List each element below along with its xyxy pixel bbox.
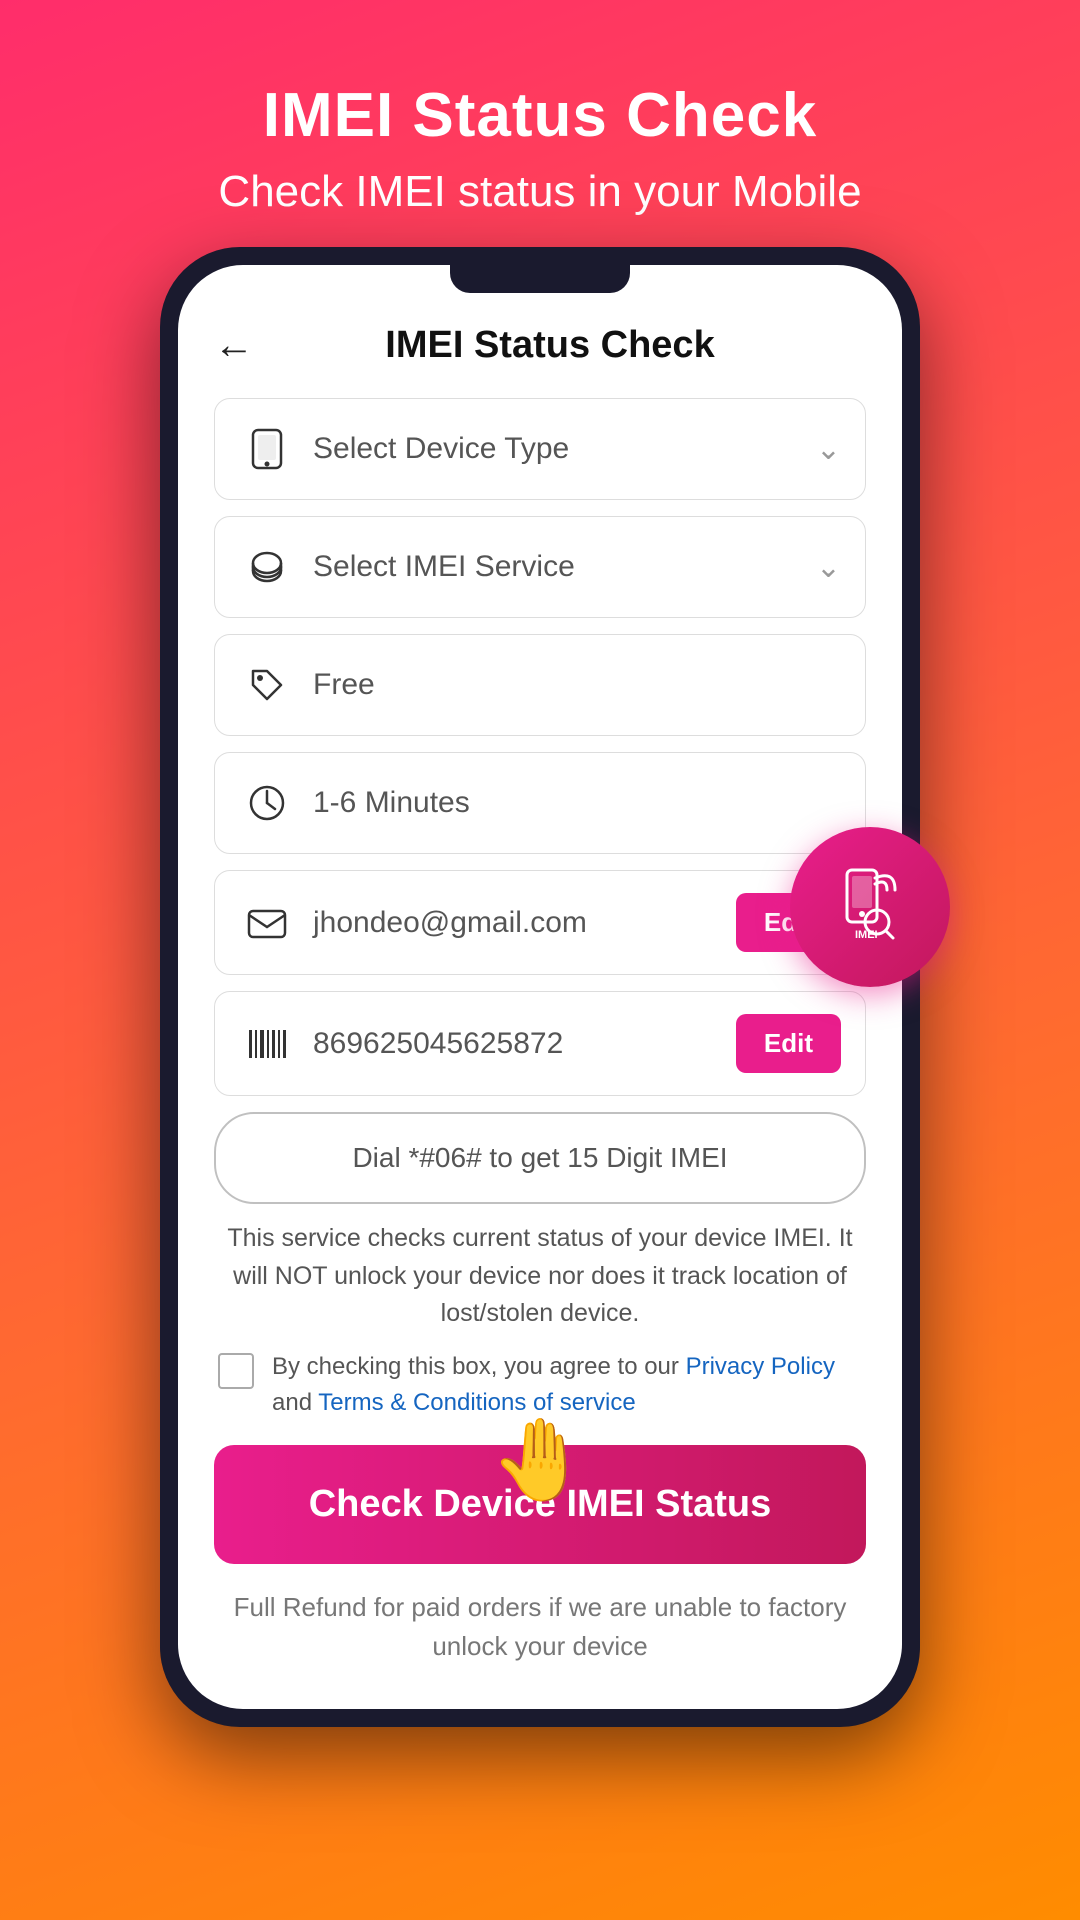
service-icon — [239, 539, 295, 595]
imei-row: 869625045625872 Edit — [214, 991, 866, 1096]
phone-notch — [450, 265, 630, 293]
imei-service-text: Select IMEI Service — [313, 550, 806, 584]
service-chevron-icon: ⌄ — [816, 550, 841, 585]
clock-icon — [239, 775, 295, 831]
tag-icon — [239, 657, 295, 713]
terms-checkbox[interactable] — [218, 1353, 254, 1389]
phone-frame: IMEI ← IMEI Status Check Select Dev — [160, 247, 920, 1727]
refund-text: Full Refund for paid orders if we are un… — [214, 1588, 866, 1686]
chevron-down-icon: ⌄ — [816, 432, 841, 467]
imei-edit-button[interactable]: Edit — [736, 1014, 841, 1073]
checkbox-and: and — [272, 1389, 318, 1416]
privacy-policy-link[interactable]: Privacy Policy — [686, 1353, 835, 1380]
back-button[interactable]: ← — [214, 323, 254, 368]
cursor-hand-icon: 🤚 — [490, 1413, 590, 1507]
device-type-row[interactable]: Select Device Type ⌄ — [214, 398, 866, 500]
email-row: jhondeo@gmail.com Edit — [214, 870, 866, 975]
phone-icon — [239, 421, 295, 477]
terms-label: By checking this box, you agree to our P… — [272, 1349, 862, 1421]
app-bar-title: IMEI Status Check — [274, 324, 826, 367]
imei-badge: IMEI — [790, 827, 950, 987]
dial-button-label: Dial *#06# to get 15 Digit IMEI — [352, 1142, 727, 1173]
price-row: Free — [214, 634, 866, 736]
mail-icon — [239, 895, 295, 951]
svg-text:IMEI: IMEI — [855, 929, 878, 941]
dial-button[interactable]: Dial *#06# to get 15 Digit IMEI — [214, 1112, 866, 1204]
barcode-icon — [239, 1016, 295, 1072]
device-type-text: Select Device Type — [313, 432, 806, 466]
page-title: IMEI Status Check — [218, 80, 861, 151]
time-text: 1-6 Minutes — [313, 786, 841, 820]
imei-value: 869625045625872 — [313, 1027, 736, 1061]
info-text: This service checks current status of yo… — [214, 1220, 866, 1333]
form-content: Select Device Type ⌄ Select IMEI Service… — [178, 388, 902, 1709]
page-subtitle: Check IMEI status in your Mobile — [218, 167, 861, 217]
price-text: Free — [313, 668, 841, 702]
terms-row[interactable]: By checking this box, you agree to our P… — [214, 1349, 866, 1421]
app-bar: ← IMEI Status Check — [178, 293, 902, 388]
imei-badge-icon: IMEI — [825, 860, 915, 950]
time-row: 1-6 Minutes — [214, 752, 866, 854]
email-value: jhondeo@gmail.com — [313, 906, 736, 940]
checkbox-prefix: By checking this box, you agree to our — [272, 1353, 686, 1380]
imei-service-row[interactable]: Select IMEI Service ⌄ — [214, 516, 866, 618]
terms-link[interactable]: Terms & Conditions of service — [318, 1389, 635, 1416]
header-area: IMEI Status Check Check IMEI status in y… — [218, 80, 861, 217]
